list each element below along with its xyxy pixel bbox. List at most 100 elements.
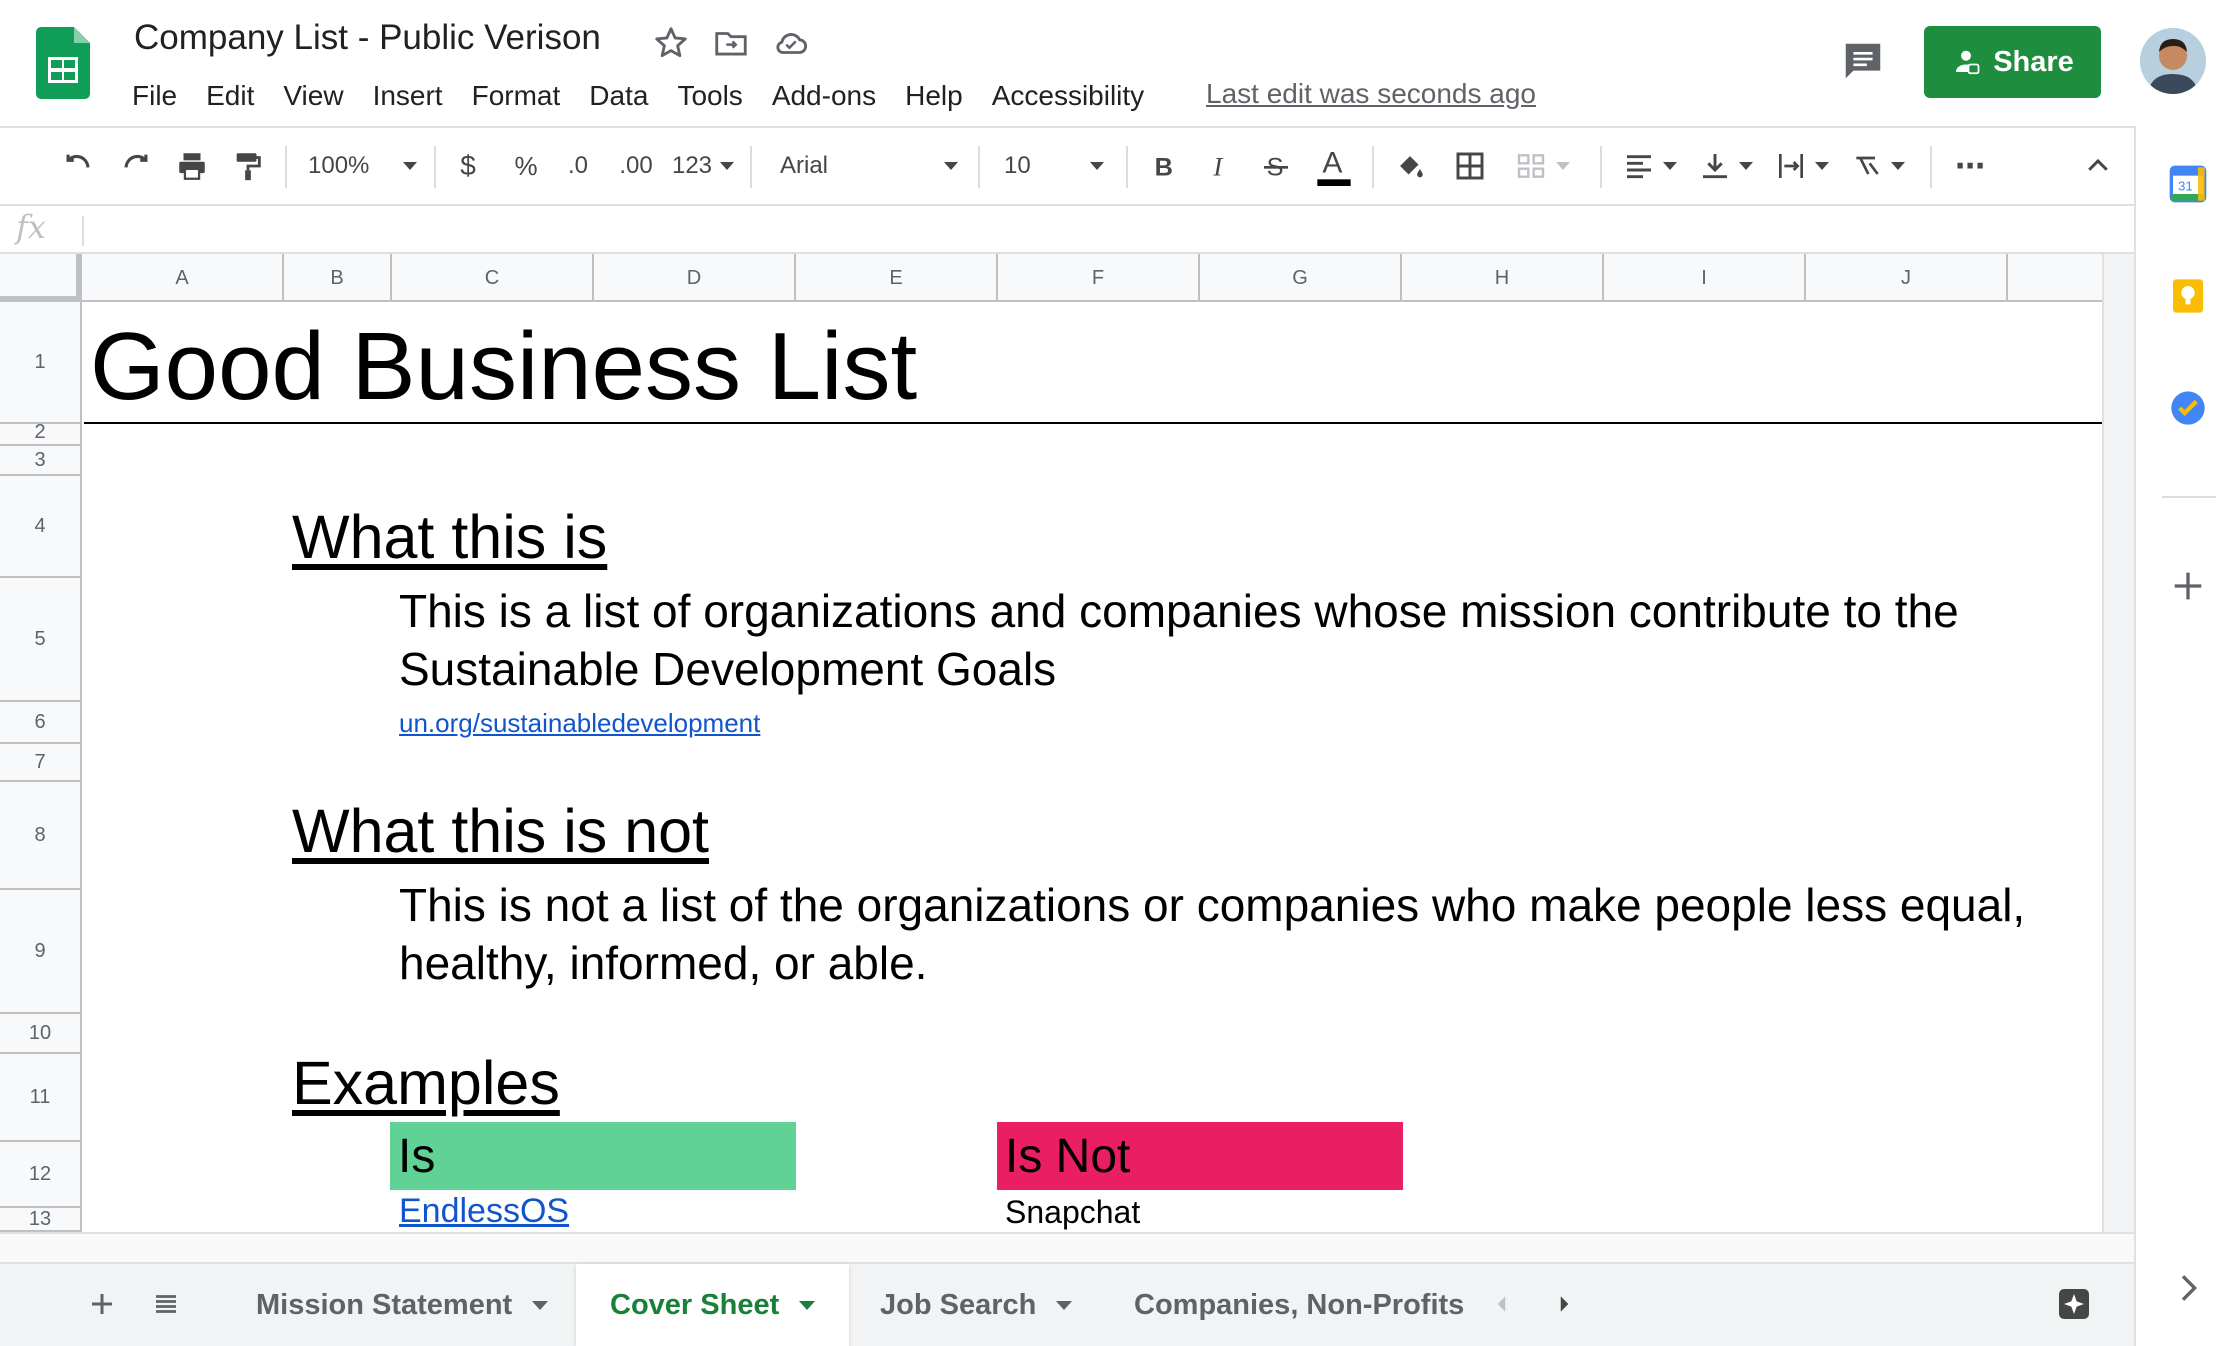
increase-decimal-button[interactable]: .00 <box>612 138 660 194</box>
column-header-d[interactable]: D <box>594 254 796 302</box>
formula-input[interactable] <box>90 206 2120 252</box>
row-header-6[interactable]: 6 <box>0 702 80 744</box>
horizontal-scrollbar[interactable] <box>0 1232 2134 1262</box>
is-example-link[interactable]: EndlessOS <box>399 1192 569 1231</box>
row-header-1[interactable]: 1 <box>0 302 80 424</box>
expand-side-panel-icon[interactable] <box>2168 1268 2208 1308</box>
add-addon-icon[interactable] <box>2168 566 2208 606</box>
decrease-decimal-label: .0 <box>567 152 588 179</box>
column-header-b[interactable]: B <box>284 254 392 302</box>
decrease-decimal-button[interactable]: .0 <box>558 138 598 194</box>
more-options-icon[interactable]: ⋯ <box>1950 138 1990 194</box>
what-this-is-heading[interactable]: What this is <box>292 502 607 572</box>
column-header-g[interactable]: G <box>1200 254 1402 302</box>
column-header-a[interactable]: A <box>82 254 284 302</box>
column-header-j[interactable]: J <box>1806 254 2008 302</box>
is-header-cell[interactable]: Is <box>390 1122 796 1190</box>
vertical-scrollbar[interactable] <box>2102 254 2134 1232</box>
column-header-e[interactable]: E <box>796 254 998 302</box>
comment-history-icon[interactable] <box>1840 38 1886 84</box>
star-icon[interactable] <box>652 24 690 62</box>
font-family-select[interactable]: Arial <box>774 138 964 194</box>
sheet-tab-cover-sheet[interactable]: Cover Sheet <box>576 1264 850 1346</box>
column-header-c[interactable]: C <box>392 254 594 302</box>
column-header-f[interactable]: F <box>998 254 1200 302</box>
what-this-is-text[interactable]: This is a list of organizations and comp… <box>399 582 2039 698</box>
text-wrapping-icon[interactable] <box>1770 138 1834 194</box>
what-this-is-not-text[interactable]: This is not a list of the organizations … <box>399 876 2039 992</box>
user-avatar[interactable] <box>2140 28 2206 94</box>
borders-icon[interactable] <box>1450 138 1490 194</box>
percent-format-button[interactable]: % <box>506 138 546 194</box>
row-header-7[interactable]: 7 <box>0 744 80 782</box>
last-edit-link[interactable]: Last edit was seconds ago <box>1206 78 1536 110</box>
tasks-icon[interactable] <box>2168 388 2208 428</box>
menu-insert[interactable]: Insert <box>373 80 443 112</box>
menu-data[interactable]: Data <box>589 80 648 112</box>
what-this-is-not-heading[interactable]: What this is not <box>292 796 709 866</box>
print-icon[interactable] <box>172 138 212 194</box>
share-person-icon <box>1956 50 1980 75</box>
more-formats-select[interactable]: 123 <box>670 138 736 194</box>
cell-grid[interactable]: Good Business List What this is This is … <box>84 302 2102 1232</box>
calendar-icon[interactable]: 31 <box>2168 164 2208 204</box>
menu-edit[interactable]: Edit <box>206 80 254 112</box>
examples-heading[interactable]: Examples <box>292 1048 560 1118</box>
menu-format[interactable]: Format <box>472 80 561 112</box>
move-to-folder-icon[interactable] <box>712 24 750 62</box>
row-header-8[interactable]: 8 <box>0 782 80 890</box>
row-header-13[interactable]: 13 <box>0 1208 80 1232</box>
explore-icon[interactable] <box>2050 1280 2098 1328</box>
add-sheet-icon[interactable] <box>78 1280 126 1328</box>
font-size-select[interactable]: 10 <box>998 138 1110 194</box>
menu-file[interactable]: File <box>132 80 177 112</box>
menu-accessibility[interactable]: Accessibility <box>992 80 1144 112</box>
paint-format-icon[interactable] <box>228 138 268 194</box>
row-header-2[interactable]: 2 <box>0 421 80 446</box>
strikethrough-icon[interactable]: S <box>1256 138 1296 194</box>
toolbar-divider <box>1126 146 1128 188</box>
row-header-9[interactable]: 9 <box>0 890 80 1014</box>
bold-icon[interactable]: B <box>1144 138 1184 194</box>
column-header-i[interactable]: I <box>1604 254 1806 302</box>
fill-color-icon[interactable] <box>1390 138 1430 194</box>
share-button[interactable]: Share <box>1924 26 2101 98</box>
row-header-11[interactable]: 11 <box>0 1054 80 1142</box>
row-header-4[interactable]: 4 <box>0 476 80 578</box>
row-header-5[interactable]: 5 <box>0 578 80 702</box>
document-title[interactable]: Company List - Public Verison <box>134 18 601 58</box>
row-header-3[interactable]: 3 <box>0 446 80 476</box>
text-rotation-icon[interactable] <box>1846 138 1910 194</box>
sheet-title-cell[interactable]: Good Business List <box>90 312 917 422</box>
cloud-saved-icon[interactable] <box>772 24 810 62</box>
redo-icon[interactable] <box>116 138 156 194</box>
scroll-tabs-right-icon[interactable] <box>1540 1280 1588 1328</box>
zoom-select[interactable]: 100% <box>300 138 425 194</box>
menu-add-ons[interactable]: Add-ons <box>772 80 876 112</box>
sheet-tab-job-search[interactable]: Job Search <box>846 1264 1106 1346</box>
sdg-link[interactable]: un.org/sustainabledevelopment <box>399 708 760 739</box>
row-header-10[interactable]: 10 <box>0 1014 80 1054</box>
horizontal-align-icon[interactable] <box>1618 138 1682 194</box>
sheet-tab-mission-statement[interactable]: Mission Statement <box>222 1264 582 1346</box>
scroll-tabs-left-icon[interactable] <box>1478 1280 1526 1328</box>
column-header-h[interactable]: H <box>1402 254 1604 302</box>
menu-tools[interactable]: Tools <box>677 80 742 112</box>
undo-icon[interactable] <box>58 138 98 194</box>
is-not-example-cell[interactable]: Snapchat <box>1005 1194 1140 1231</box>
vertical-align-icon[interactable] <box>1694 138 1758 194</box>
is-not-header-cell[interactable]: Is Not <box>997 1122 1403 1190</box>
sheet-tab-companies-non-profits[interactable]: Companies, Non-Profits <box>1100 1264 1466 1346</box>
all-sheets-icon[interactable] <box>142 1280 190 1328</box>
sheets-logo-icon[interactable] <box>36 27 90 99</box>
text-color-icon[interactable]: A <box>1312 138 1356 194</box>
currency-format-button[interactable]: $ <box>448 138 488 194</box>
keep-icon[interactable] <box>2168 276 2208 316</box>
menu-view[interactable]: View <box>283 80 343 112</box>
collapse-toolbar-icon[interactable] <box>2078 138 2118 194</box>
select-all-corner[interactable] <box>0 254 82 302</box>
italic-icon[interactable]: I <box>1200 138 1240 194</box>
menu-help[interactable]: Help <box>905 80 963 112</box>
merge-cells-icon[interactable] <box>1510 138 1574 194</box>
row-header-12[interactable]: 12 <box>0 1142 80 1208</box>
